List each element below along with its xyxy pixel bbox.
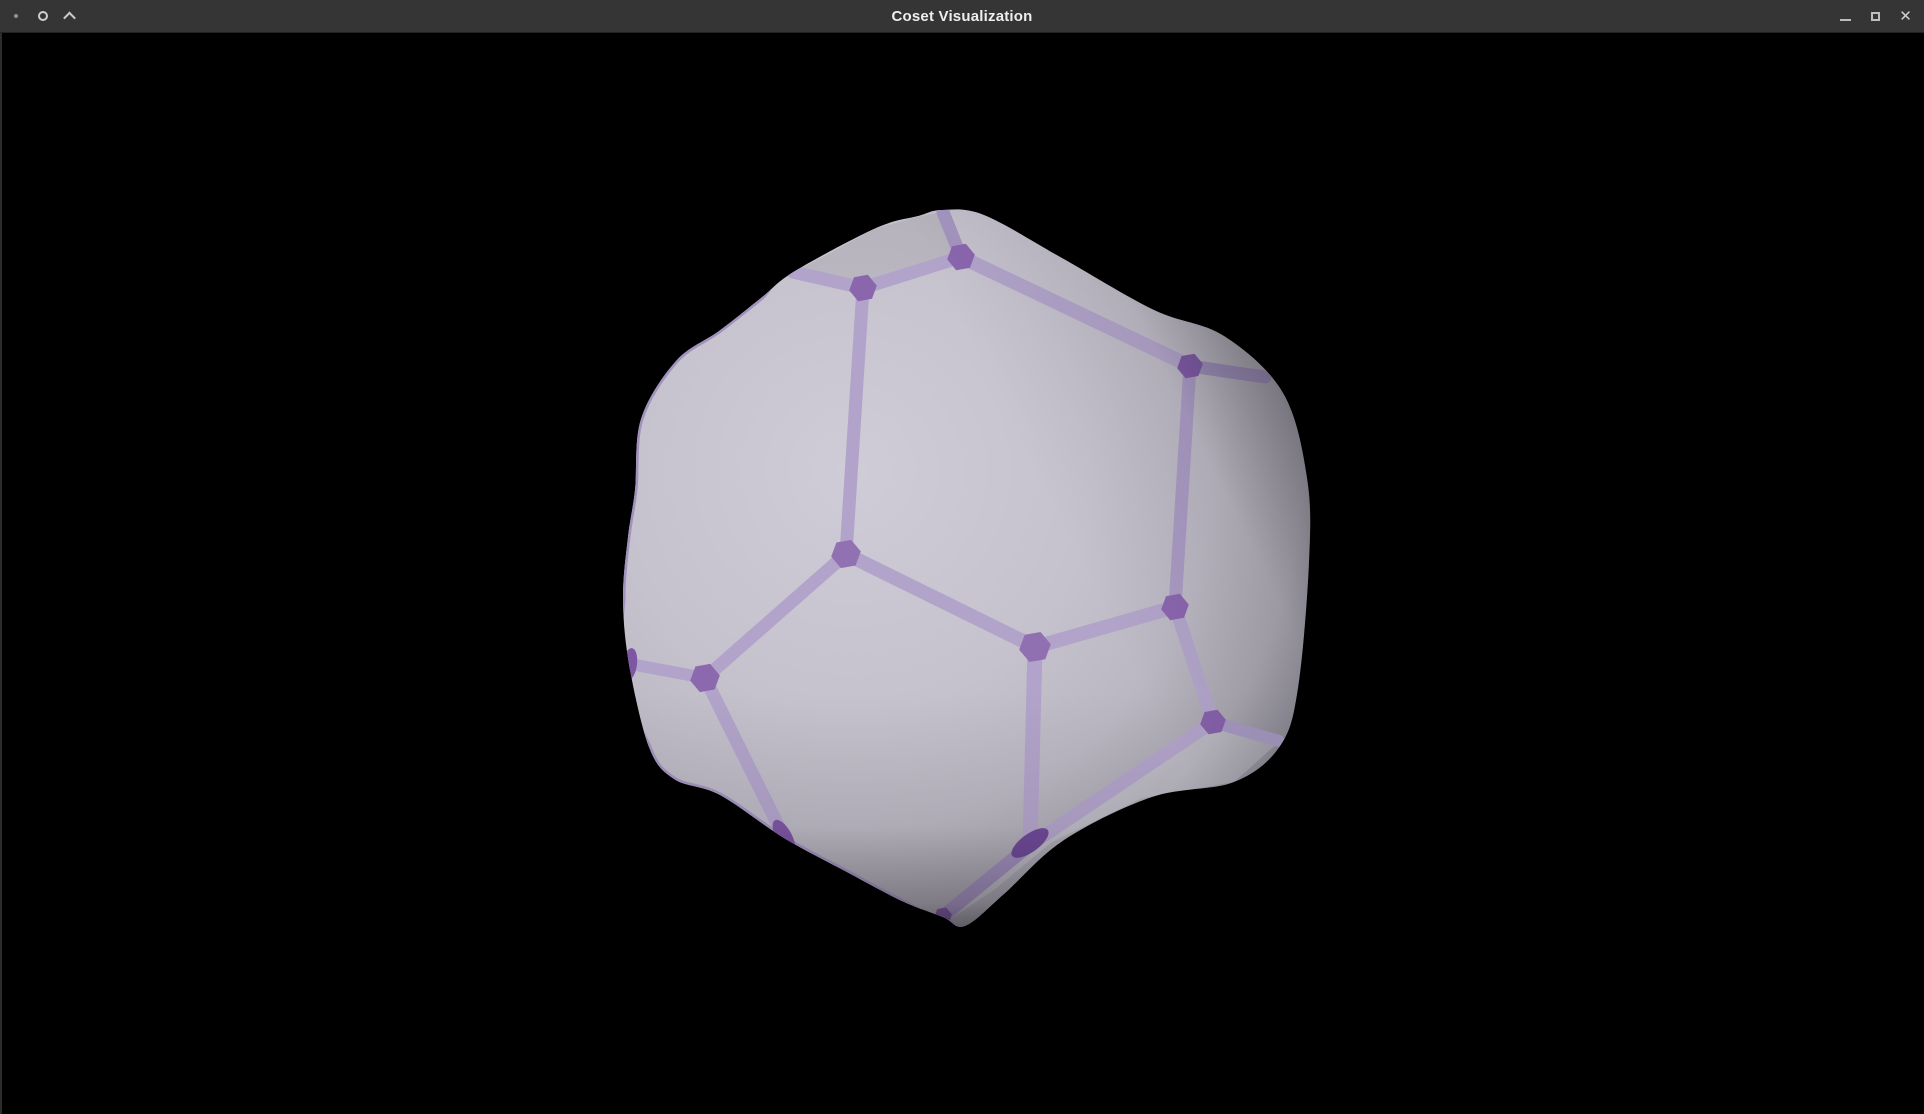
close-button[interactable]: ✕ (1894, 3, 1917, 29)
titlebar-left-buttons (0, 3, 81, 29)
close-icon: ✕ (1899, 9, 1912, 24)
app-window: Coset Visualization ✕ (0, 0, 1924, 1114)
window-title: Coset Visualization (0, 8, 1924, 25)
window-shade-button[interactable] (58, 3, 81, 29)
coset-3d-viewport[interactable] (2, 0, 1924, 1114)
dot-icon (14, 14, 18, 18)
minimize-button[interactable] (1834, 3, 1857, 29)
window-controls: ✕ (1834, 3, 1924, 29)
minimize-icon (1840, 19, 1851, 21)
titlebar: Coset Visualization ✕ (0, 0, 1924, 33)
chevron-up-icon (63, 11, 76, 24)
maximize-button[interactable] (1864, 3, 1887, 29)
maximize-icon (1871, 12, 1880, 21)
window-menu-button[interactable] (4, 3, 27, 29)
polyhedron-render (2, 0, 1924, 1114)
circle-icon (38, 11, 48, 21)
window-circle-button[interactable] (31, 3, 54, 29)
